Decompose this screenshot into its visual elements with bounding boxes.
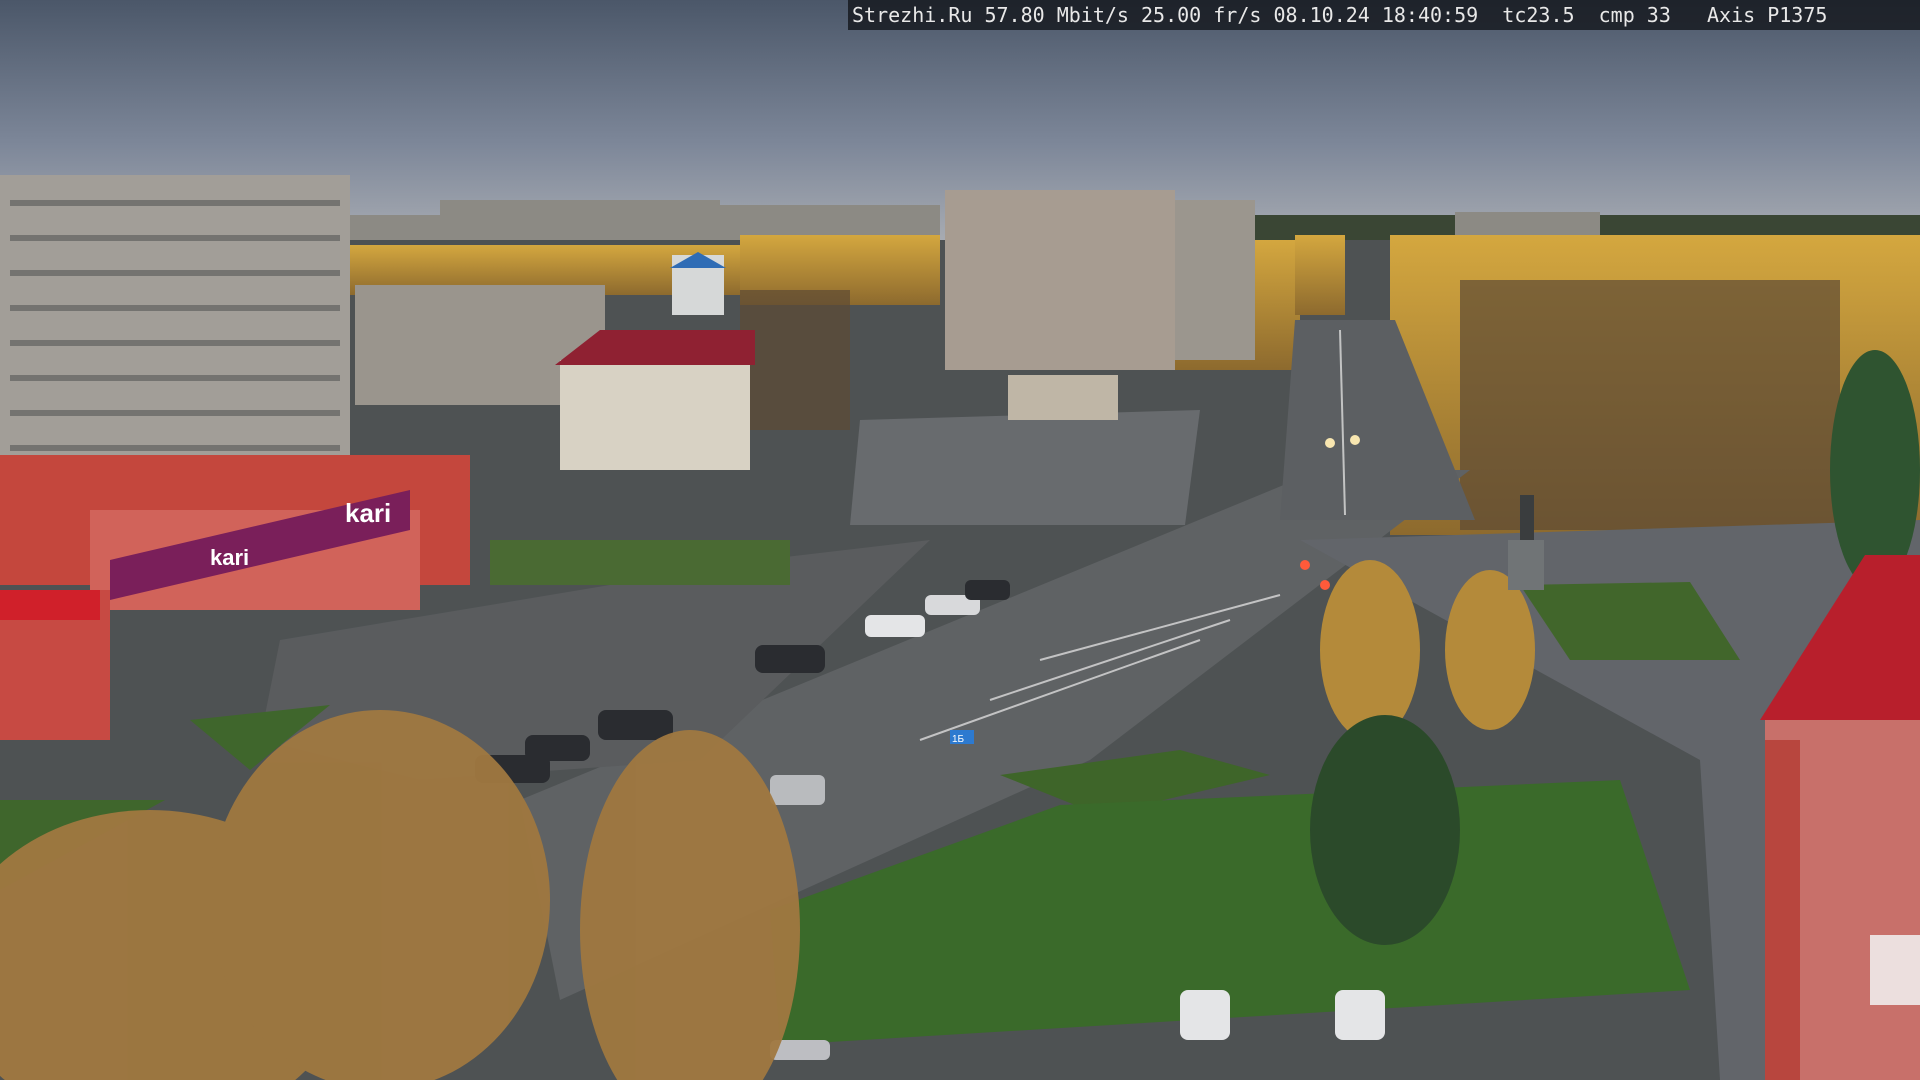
overlay-cmp: cmp 33 [1598,3,1671,27]
kari-sign-secondary: kari [210,545,249,570]
webcam-scene: kari kari 1Б [0,0,1920,1080]
upper-plaza [850,410,1200,525]
grass-strip [490,540,790,585]
monument-pedestal [1508,540,1544,590]
tower-building-right [1175,200,1255,360]
small-building [1008,375,1118,420]
monument [1520,495,1534,540]
red-roof-building [555,330,755,470]
camera-overlay-bar: Strezhi.Ru 57.80 Mbit/s 25.00 fr/s 08.10… [848,0,1920,30]
overlay-datetime: 08.10.24 18:40:59 [1273,3,1479,27]
overlay-camera: Axis P1375 [1707,3,1828,27]
overlay-site: Strezhi.Ru [852,3,973,27]
tower-building [945,190,1175,370]
overlay-framerate: 25.00 fr/s [1141,3,1262,27]
overlay-bitrate: 57.80 Mbit/s [984,3,1129,27]
spruce-tree [1310,715,1460,945]
spruce-tree-right [1830,350,1920,590]
overlay-tc: tc23.5 [1502,3,1575,27]
kari-sign-logo: kari [345,498,391,528]
route-sign-label: 1Б [952,734,965,745]
